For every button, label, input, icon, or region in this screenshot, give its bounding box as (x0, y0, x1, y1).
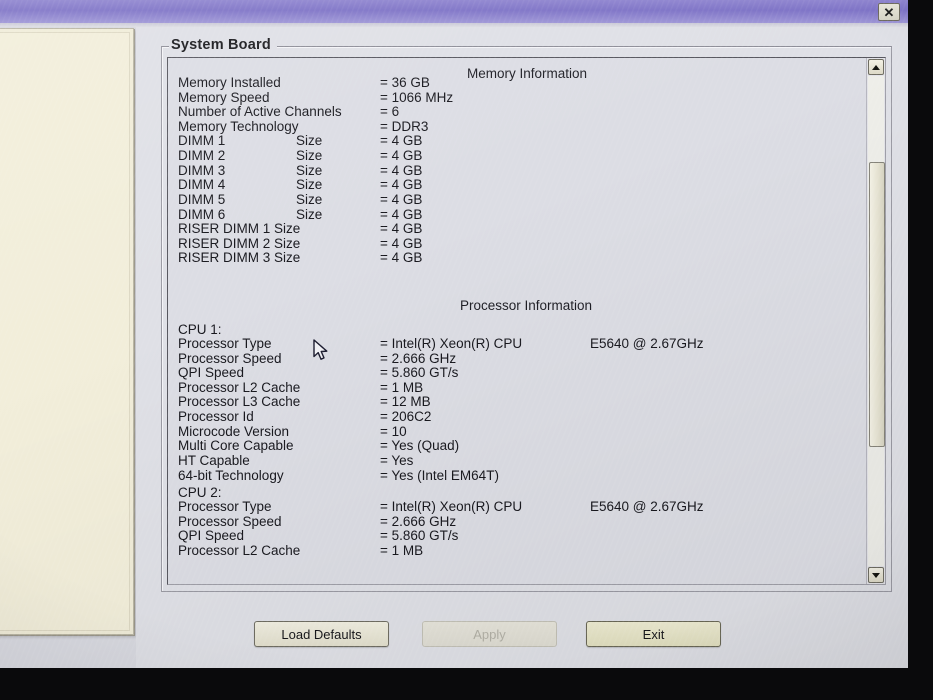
memory-value: = 4 GB (380, 191, 423, 207)
memory-value: = 4 GB (380, 133, 423, 149)
cpu1-label: HT Capable (178, 452, 250, 468)
groupbox-legend: System Board (169, 37, 277, 53)
cpu1-label: Processor Id (178, 409, 254, 425)
memory-sublabel: Size (296, 191, 323, 207)
scroll-up-button[interactable] (868, 59, 884, 75)
system-board-groupbox: System Board Memory Information Memory I… (161, 37, 892, 592)
memory-label: DIMM 2 (178, 148, 226, 164)
load-defaults-button[interactable]: Load Defaults (254, 621, 389, 647)
scroll-down-button[interactable] (868, 567, 884, 583)
cpu1-label: Multi Core Capable (178, 438, 294, 454)
memory-value: = DDR3 (380, 118, 429, 134)
cpu2-label: Processor Type (178, 499, 272, 514)
memory-label: DIMM 6 (178, 206, 226, 222)
background-window[interactable] (0, 28, 134, 635)
cpu1-title: CPU 1: (178, 322, 222, 337)
cpu1-value-secondary: E5640 @ 2.67GHz (590, 336, 704, 351)
cpu1-label: Processor Type (178, 336, 272, 351)
cpu2-value: = 2.666 GHz (380, 513, 457, 529)
memory-value: = 4 GB (380, 148, 423, 164)
memory-value: = 4 GB (380, 250, 423, 266)
cpu2-title: CPU 2: (178, 485, 222, 500)
memory-information-heading: Memory Information (467, 66, 588, 81)
memory-sublabel: Size (296, 162, 323, 178)
memory-sublabel: Size (296, 133, 323, 149)
cpu1-label: 64-bit Technology (178, 467, 284, 483)
cpu2-value-secondary: E5640 @ 2.67GHz (590, 499, 704, 514)
memory-label: Memory Speed (178, 89, 270, 105)
cpu2-value: = Intel(R) Xeon(R) CPU (380, 499, 523, 514)
memory-label: Number of Active Channels (178, 104, 342, 120)
info-content-panel: Memory Information Memory Installed = 36 … (167, 57, 886, 585)
cpu2-label: QPI Speed (178, 528, 245, 544)
cpu2-label: Processor L2 Cache (178, 542, 301, 558)
screen-area: ✕ System Board Memory Information Memory… (0, 0, 908, 668)
memory-sublabel: Size (296, 148, 323, 164)
memory-value: = 4 GB (380, 177, 423, 193)
chevron-up-icon (872, 64, 880, 70)
cpu1-value: = Yes (Quad) (380, 438, 460, 454)
window-titlebar (0, 0, 908, 23)
memory-sublabel: Size (296, 177, 323, 193)
background-window-client (0, 32, 130, 631)
cpu1-label: Processor L3 Cache (178, 394, 301, 410)
memory-label: Memory Technology (178, 118, 299, 134)
memory-value: = 36 GB (380, 75, 430, 90)
memory-label: Memory Installed (178, 75, 281, 90)
monitor-photo: ✕ System Board Memory Information Memory… (0, 0, 933, 700)
system-board-dialog: System Board Memory Information Memory I… (136, 27, 908, 668)
close-icon[interactable]: ✕ (878, 3, 900, 21)
scrollbar-track[interactable] (868, 76, 885, 566)
cpu1-value: = 206C2 (380, 409, 432, 425)
titlebar-underline (0, 23, 908, 27)
cpu1-value: = 1 MB (380, 379, 424, 395)
vertical-scrollbar[interactable] (866, 58, 885, 584)
cpu1-label: Microcode Version (178, 423, 290, 439)
processor-information-heading: Processor Information (460, 298, 593, 313)
memory-label: DIMM 3 (178, 162, 226, 178)
memory-label: DIMM 4 (178, 177, 226, 193)
cpu1-value: = 10 (380, 423, 407, 439)
memory-label: RISER DIMM 1 Size (178, 221, 301, 237)
scrollbar-thumb[interactable] (869, 162, 885, 447)
cpu2-value: = 5.860 GT/s (380, 528, 459, 544)
memory-value: = 6 (380, 104, 400, 120)
memory-value: = 4 GB (380, 162, 423, 178)
cpu1-value: = 12 MB (380, 394, 431, 410)
cpu1-value: = Yes (Intel EM64T) (380, 467, 499, 483)
chevron-down-icon (872, 572, 880, 578)
memory-label: RISER DIMM 2 Size (178, 235, 301, 251)
memory-value: = 4 GB (380, 235, 423, 251)
memory-value: = 1066 MHz (380, 89, 454, 105)
cpu1-label: Processor Speed (178, 350, 282, 366)
cpu1-value: = Yes (380, 452, 414, 468)
exit-button[interactable]: Exit (586, 621, 721, 647)
cpu1-value: = 2.666 GHz (380, 350, 457, 366)
cpu2-label: Processor Speed (178, 513, 282, 529)
cpu2-value: = 1 MB (380, 542, 424, 558)
info-viewport: Memory Information Memory Installed = 36 … (168, 58, 868, 584)
memory-label: RISER DIMM 3 Size (178, 250, 301, 266)
memory-label: DIMM 5 (178, 191, 226, 207)
memory-label: DIMM 1 (178, 133, 226, 149)
cpu1-label: QPI Speed (178, 365, 245, 381)
memory-value: = 4 GB (380, 221, 423, 237)
memory-value: = 4 GB (380, 206, 423, 222)
memory-sublabel: Size (296, 206, 323, 222)
cpu1-label: Processor L2 Cache (178, 379, 301, 395)
apply-button: Apply (422, 621, 557, 647)
cpu1-value: = Intel(R) Xeon(R) CPU (380, 336, 523, 351)
cpu1-value: = 5.860 GT/s (380, 365, 459, 381)
